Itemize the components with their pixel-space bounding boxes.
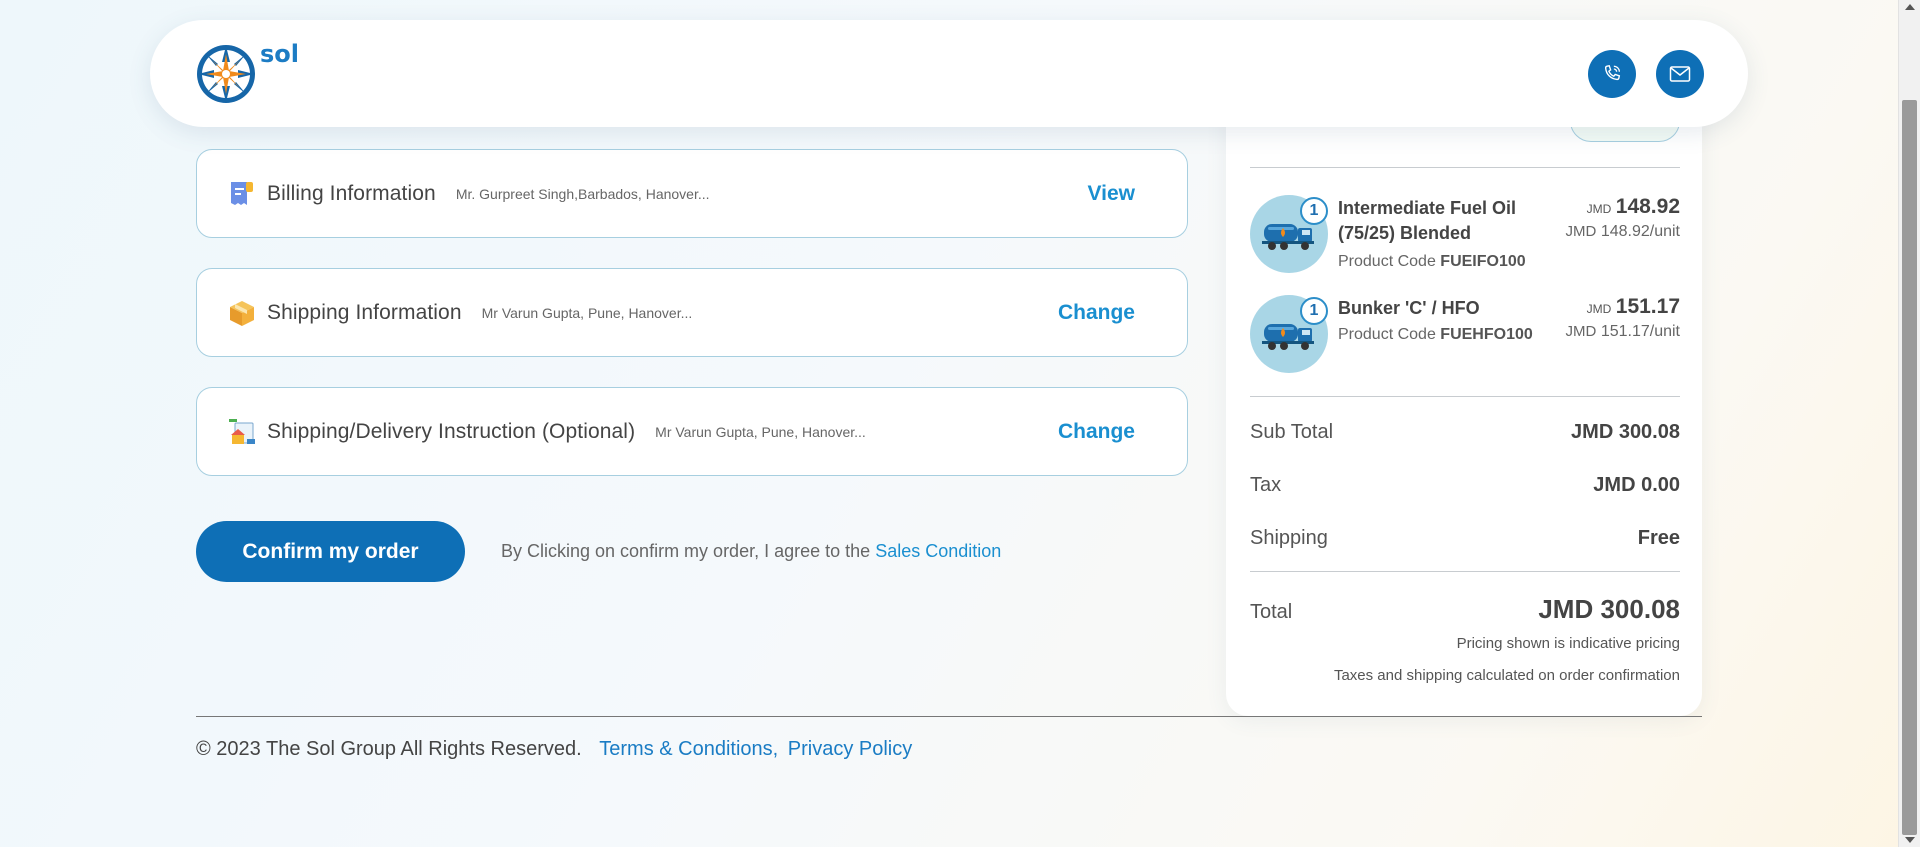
- mail-icon: [1669, 66, 1691, 82]
- site-footer: © 2023 The Sol Group All Rights Reserved…: [196, 738, 912, 761]
- scroll-down-arrow-icon[interactable]: [1905, 837, 1915, 843]
- shipping-row: Shipping Free: [1250, 527, 1680, 550]
- change-shipping-button[interactable]: Change: [1058, 301, 1135, 325]
- scroll-up-arrow-icon[interactable]: [1905, 4, 1915, 10]
- tax-label: Tax: [1250, 474, 1282, 496]
- scrollbar-thumb[interactable]: [1902, 100, 1917, 835]
- card-summary: Mr. Gurpreet Singh,Barbados, Hanover...: [455, 185, 710, 202]
- taxes-note: Taxes and shipping calculated on order c…: [1333, 667, 1680, 684]
- page-scrollbar[interactable]: [1898, 0, 1920, 847]
- shipping-value: Free: [1637, 527, 1680, 549]
- order-summary-panel: 1 Intermediate Fuel Oil (75/25) Blended …: [1226, 70, 1702, 716]
- item-quantity-badge: 1: [1300, 197, 1328, 225]
- tax-value: JMD 0.00: [1593, 474, 1680, 496]
- total-row: Total JMD 300.08: [1250, 594, 1680, 625]
- item-product-code: Product Code FUEIFO100: [1338, 253, 1526, 270]
- total-label: Total: [1250, 601, 1293, 623]
- item-unit-price: JMD 148.92/unit: [1565, 223, 1680, 240]
- phone-button[interactable]: [1588, 50, 1636, 98]
- privacy-policy-link[interactable]: Privacy Policy: [788, 738, 912, 760]
- logo-wordmark: sol: [260, 40, 299, 68]
- confirm-order-button[interactable]: Confirm my order: [196, 521, 465, 582]
- card-summary: Mr Varun Gupta, Pune, Hanover...: [481, 304, 693, 321]
- divider: [1250, 167, 1680, 168]
- card-title: Shipping Information: [267, 300, 462, 324]
- site-header: sol: [150, 20, 1748, 127]
- view-billing-button[interactable]: View: [1088, 182, 1135, 206]
- sol-logo[interactable]: sol: [196, 40, 299, 104]
- item-name: Bunker 'C' / HFO: [1338, 298, 1480, 318]
- terms-link[interactable]: Terms & Conditions,: [599, 738, 778, 760]
- tax-row: Tax JMD 0.00: [1250, 474, 1680, 497]
- subtotal-value: JMD 300.08: [1571, 421, 1680, 443]
- card-title: Billing Information: [267, 181, 436, 205]
- item-price: JMD 151.17: [1586, 295, 1680, 318]
- phone-icon: [1604, 64, 1621, 81]
- agreement-text: By Clicking on confirm my order, I agree…: [501, 541, 1002, 561]
- shipping-information-card: Shipping Information Mr Varun Gupta, Pun…: [196, 268, 1188, 357]
- package-icon: [230, 300, 254, 326]
- sales-condition-link[interactable]: Sales Condition: [875, 541, 1001, 561]
- change-delivery-instruction-button[interactable]: Change: [1058, 420, 1135, 444]
- item-product-code: Product Code FUEHFO100: [1338, 326, 1533, 343]
- billing-information-card: Billing Information Mr. Gurpreet Singh,B…: [196, 149, 1188, 238]
- item-price: JMD 148.92: [1586, 195, 1680, 218]
- shipping-label: Shipping: [1250, 527, 1328, 549]
- copyright-text: © 2023 The Sol Group All Rights Reserved…: [196, 738, 582, 760]
- subtotal-row: Sub Total JMD 300.08: [1250, 421, 1680, 444]
- cart-item: 1 Intermediate Fuel Oil (75/25) Blended …: [1250, 195, 1680, 275]
- delivery-icon: [229, 418, 255, 444]
- delivery-instruction-card: Shipping/Delivery Instruction (Optional)…: [196, 387, 1188, 476]
- mail-button[interactable]: [1656, 50, 1704, 98]
- sol-sun-logo-icon: [197, 45, 255, 103]
- footer-divider: [196, 716, 1702, 717]
- item-name: Intermediate Fuel Oil (75/25) Blended: [1338, 198, 1517, 243]
- cart-item: 1 Bunker 'C' / HFO Product Code FUEHFO10…: [1250, 295, 1680, 375]
- item-quantity-badge: 1: [1300, 297, 1328, 325]
- receipt-icon: [231, 181, 253, 205]
- divider: [1250, 396, 1680, 397]
- item-unit-price: JMD 151.17/unit: [1565, 323, 1680, 340]
- divider: [1250, 571, 1680, 572]
- total-value: JMD 300.08: [1538, 594, 1680, 624]
- card-summary: Mr Varun Gupta, Pune, Hanover...: [655, 423, 866, 440]
- card-title: Shipping/Delivery Instruction (Optional): [267, 419, 636, 443]
- subtotal-label: Sub Total: [1250, 421, 1334, 443]
- pricing-note: Pricing shown is indicative pricing: [1456, 635, 1680, 652]
